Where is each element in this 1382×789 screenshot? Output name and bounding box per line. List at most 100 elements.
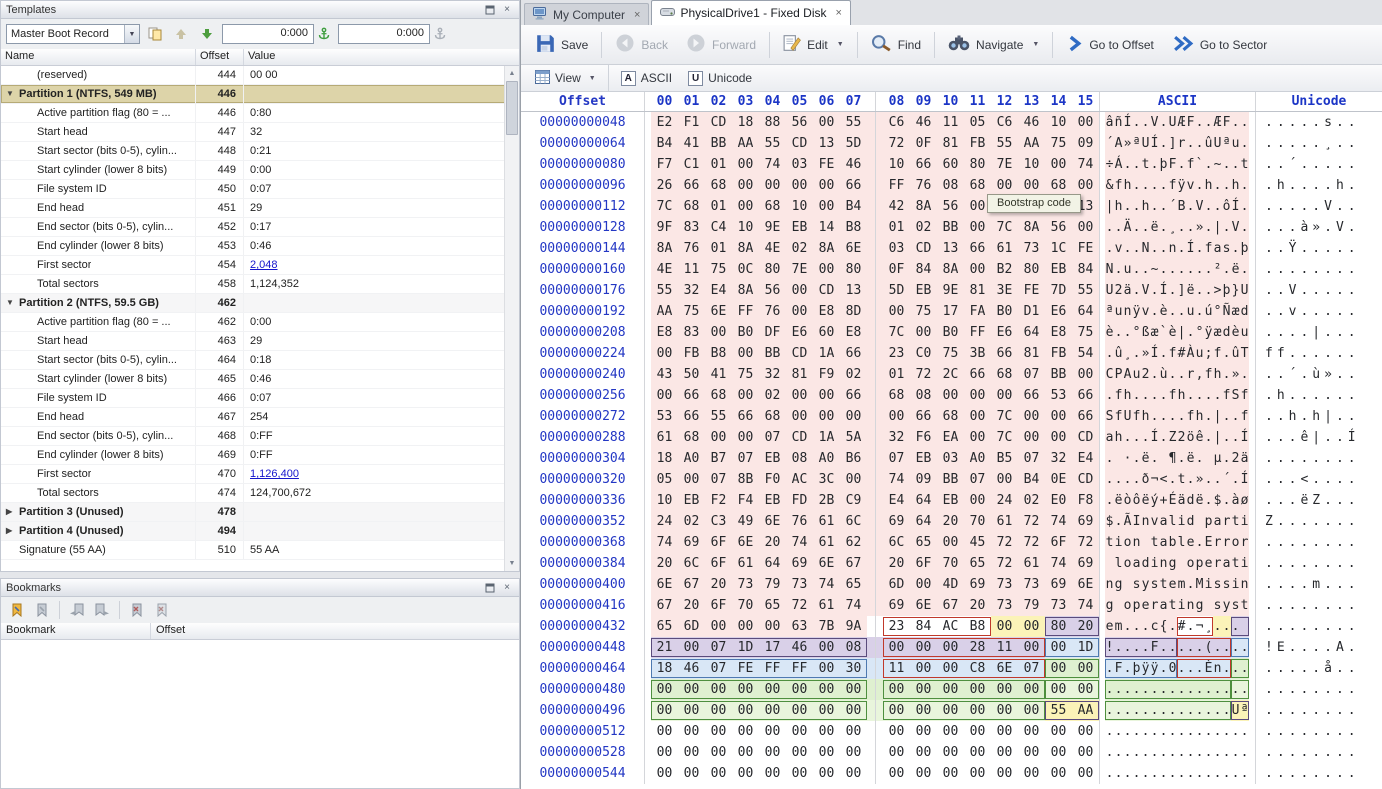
ascii-char-cell[interactable]: .: [1114, 637, 1123, 658]
ascii-char-cell[interactable]: .: [1105, 658, 1114, 679]
hex-byte-cell[interactable]: 73: [1045, 595, 1072, 616]
hex-byte-cell[interactable]: 26: [651, 175, 678, 196]
hex-byte-cell[interactable]: 67: [937, 595, 964, 616]
ascii-char-cell[interactable]: .: [1105, 742, 1114, 763]
hex-byte-cell[interactable]: 00: [883, 679, 910, 700]
hex-byte-cell[interactable]: 61: [991, 238, 1018, 259]
ascii-char-cell[interactable]: .: [1222, 175, 1231, 196]
ascii-char-cell[interactable]: Í: [1240, 427, 1249, 448]
ascii-char-cell[interactable]: h: [1123, 175, 1132, 196]
hex-byte-cell[interactable]: 61: [813, 595, 840, 616]
hex-byte-cell[interactable]: EB: [678, 490, 705, 511]
hex-byte-cell[interactable]: F9: [813, 364, 840, 385]
ascii-char-cell[interactable]: r: [1213, 553, 1222, 574]
hex-byte-cell[interactable]: 66: [678, 385, 705, 406]
hex-byte-cell[interactable]: 3B: [964, 343, 991, 364]
ascii-char-cell[interactable]: .: [1222, 343, 1231, 364]
ascii-char-cell[interactable]: .: [1159, 763, 1168, 784]
ascii-char-cell[interactable]: .: [1204, 679, 1213, 700]
ascii-char-cell[interactable]: .: [1159, 196, 1168, 217]
hex-byte-cell[interactable]: 00: [732, 343, 759, 364]
unicode-text[interactable]: ..h.h|..: [1255, 406, 1382, 427]
hex-byte-cell[interactable]: 00: [910, 721, 937, 742]
hex-byte-cell[interactable]: 00: [651, 679, 678, 700]
ascii-char-cell[interactable]: .: [1186, 637, 1195, 658]
ascii-char-cell[interactable]: »: [1123, 133, 1132, 154]
ascii-char-cell[interactable]: .: [1213, 196, 1222, 217]
ascii-char-cell[interactable]: ú: [1204, 301, 1213, 322]
hex-byte-cell[interactable]: 00: [651, 721, 678, 742]
hex-byte-cell[interactable]: 07: [705, 469, 732, 490]
hex-byte-cell[interactable]: 7C: [651, 196, 678, 217]
template-field-row[interactable]: File system ID4660:07: [1, 389, 519, 408]
ascii-char-cell[interactable]: Á: [1114, 154, 1123, 175]
ascii-char-cell[interactable]: .: [1186, 679, 1195, 700]
ascii-char-cell[interactable]: ÿ: [1141, 658, 1150, 679]
hex-byte-cell[interactable]: 74: [1072, 595, 1099, 616]
hex-byte-cell[interactable]: 61: [732, 553, 759, 574]
hex-byte-cell[interactable]: 00: [759, 175, 786, 196]
ascii-char-cell[interactable]: .: [1177, 301, 1186, 322]
ascii-char-cell[interactable]: .: [1240, 679, 1249, 700]
hex-byte-cell[interactable]: 00: [732, 175, 759, 196]
hex-byte-cell[interactable]: 56: [937, 196, 964, 217]
unicode-text[interactable]: .h....h.: [1255, 175, 1382, 196]
ascii-char-cell[interactable]: .: [1231, 742, 1240, 763]
hex-byte-cell[interactable]: 70: [732, 595, 759, 616]
ascii-char-cell[interactable]: .: [1150, 742, 1159, 763]
hex-byte-cell[interactable]: 00: [964, 721, 991, 742]
edit-bookmark-button[interactable]: [31, 599, 53, 621]
hex-byte-cell[interactable]: 00: [910, 322, 937, 343]
hex-byte-cell[interactable]: 00: [678, 763, 705, 784]
ascii-char-cell[interactable]: ´: [1222, 469, 1231, 490]
ascii-char-cell[interactable]: $: [1213, 490, 1222, 511]
hex-byte-cell[interactable]: 3C: [813, 469, 840, 490]
hex-byte-cell[interactable]: 6C: [883, 532, 910, 553]
ascii-char-cell[interactable]: .: [1141, 763, 1150, 784]
hex-byte-cell[interactable]: 00: [991, 721, 1018, 742]
hex-byte-cell[interactable]: 00: [813, 700, 840, 721]
ascii-char-cell[interactable]: i: [1177, 511, 1186, 532]
ascii-char-cell[interactable]: ª: [1240, 700, 1249, 721]
hex-byte-cell[interactable]: 00: [964, 406, 991, 427]
ascii-char-cell[interactable]: S: [1231, 385, 1240, 406]
ascii-char-cell[interactable]: .: [1168, 280, 1177, 301]
template-field-row[interactable]: Start sector (bits 0-5), cylin...4480:21: [1, 142, 519, 161]
ascii-char-cell[interactable]: ]: [1168, 133, 1177, 154]
hex-byte-cell[interactable]: E6: [991, 322, 1018, 343]
template-field-row[interactable]: Start sector (bits 0-5), cylin...4640:18: [1, 351, 519, 370]
ascii-char-cell[interactable]: t: [1231, 553, 1240, 574]
unicode-text[interactable]: ........: [1255, 259, 1382, 280]
ascii-char-cell[interactable]: f: [1240, 385, 1249, 406]
ascii-char-cell[interactable]: f: [1213, 343, 1222, 364]
ascii-char-cell[interactable]: É: [1168, 490, 1177, 511]
hex-byte-cell[interactable]: 69: [964, 574, 991, 595]
ascii-char-cell[interactable]: ¸: [1168, 217, 1177, 238]
ascii-char-cell[interactable]: Z: [1168, 427, 1177, 448]
hex-byte-cell[interactable]: 00: [813, 385, 840, 406]
hex-byte-cell[interactable]: 56: [759, 280, 786, 301]
hex-byte-cell[interactable]: 7B: [813, 616, 840, 637]
hex-byte-cell[interactable]: C3: [705, 511, 732, 532]
hex-byte-cell[interactable]: 68: [678, 196, 705, 217]
ascii-char-cell[interactable]: æ: [1213, 322, 1222, 343]
hex-byte-cell[interactable]: 00: [1072, 364, 1099, 385]
hex-byte-cell[interactable]: 64: [910, 511, 937, 532]
ascii-char-cell[interactable]: .: [1204, 196, 1213, 217]
ascii-char-cell[interactable]: .: [1159, 742, 1168, 763]
ascii-char-cell[interactable]: .: [1186, 574, 1195, 595]
hex-byte-cell[interactable]: 76: [786, 511, 813, 532]
ascii-char-cell[interactable]: n: [1123, 301, 1132, 322]
ascii-char-cell[interactable]: [1114, 595, 1123, 616]
hex-byte-cell[interactable]: 21: [651, 637, 678, 658]
ascii-char-cell[interactable]: h: [1231, 175, 1240, 196]
ascii-char-cell[interactable]: .: [1132, 721, 1141, 742]
ascii-char-cell[interactable]: [1177, 553, 1186, 574]
hex-byte-cell[interactable]: 55: [991, 133, 1018, 154]
ascii-char-cell[interactable]: h: [1123, 385, 1132, 406]
ascii-char-cell[interactable]: µ: [1213, 448, 1222, 469]
hex-byte-cell[interactable]: 74: [840, 595, 867, 616]
ascii-char-cell[interactable]: .: [1195, 385, 1204, 406]
hex-byte-cell[interactable]: FE: [1018, 280, 1045, 301]
float-panel-icon[interactable]: [483, 581, 497, 595]
